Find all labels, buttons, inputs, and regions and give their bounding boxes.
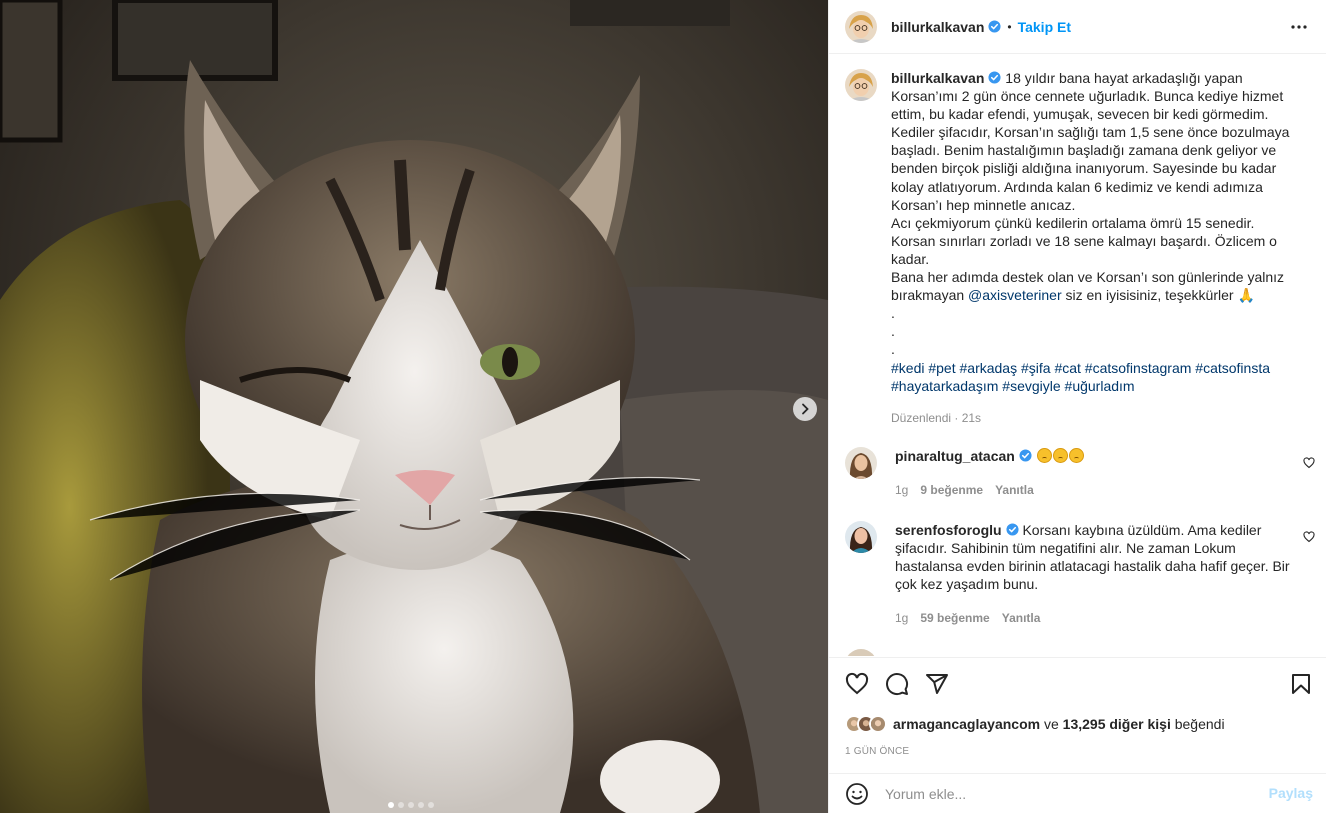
chevron-right-icon xyxy=(802,403,809,415)
comment-item: serenfosforoglu Korsanı kaybına üzüldüm.… xyxy=(845,521,1315,627)
carousel-dot xyxy=(398,802,404,808)
comment-item-partial xyxy=(845,649,1315,656)
mention-link[interactable]: @axisveteriner xyxy=(968,287,1062,303)
comment-input[interactable] xyxy=(885,785,1255,802)
share-paper-plane-icon[interactable] xyxy=(925,672,949,696)
add-comment-bar: Paylaş xyxy=(829,773,1326,813)
liker-username[interactable]: armagancaglayancom xyxy=(893,716,1040,732)
post-comment-button[interactable]: Paylaş xyxy=(1269,785,1313,801)
post-view: billurkalkavan • Takip Et billurkalkavan… xyxy=(0,0,1326,813)
verified-badge-icon xyxy=(1006,523,1019,536)
carousel-dot xyxy=(408,802,414,808)
heart-icon[interactable] xyxy=(1303,531,1315,543)
caption-text-after: siz en iyisisiniz, teşekkürler 🙏 xyxy=(1061,287,1255,304)
caption-edited-time: Düzenlendi · 21s xyxy=(891,410,982,425)
separator-dot: • xyxy=(1007,19,1012,34)
comment-time: 1g xyxy=(895,483,909,498)
comments-scroll-area[interactable]: billurkalkavan 18 yıldır bana hayat arka… xyxy=(829,55,1326,656)
carousel-dot xyxy=(428,802,434,808)
verified-badge-icon xyxy=(988,20,1001,33)
caption-dots: . . . xyxy=(891,305,895,358)
comment-like-count[interactable]: 59 beğenme xyxy=(920,609,989,627)
action-icons xyxy=(845,672,949,696)
follow-button[interactable]: Takip Et xyxy=(1018,19,1071,35)
comment-reply-button[interactable]: Yanıtla xyxy=(1002,609,1041,627)
commenter-avatar[interactable] xyxy=(845,521,877,553)
likes-summary: armagancaglayancom ve 13,295 diğer kişi … xyxy=(845,715,1225,733)
comment-meta: 1g 9 beğenme Yanıtla xyxy=(895,481,1295,499)
commenter-avatar[interactable] xyxy=(845,649,877,656)
likes-conjunction: ve xyxy=(1040,716,1063,732)
author-username[interactable]: billurkalkavan xyxy=(891,19,984,35)
commenter-avatar-image xyxy=(845,447,877,479)
comment-reply-button[interactable]: Yanıtla xyxy=(995,481,1034,499)
post-media xyxy=(0,0,828,813)
more-options-icon[interactable] xyxy=(1289,17,1309,37)
verified-badge-icon xyxy=(988,71,1001,84)
liker-avatar xyxy=(869,715,887,733)
emoji-smiley-icon[interactable] xyxy=(845,782,869,806)
cat-photo xyxy=(0,0,828,813)
bookmark-icon[interactable] xyxy=(1289,672,1313,696)
comment-bubble-icon[interactable] xyxy=(885,672,909,696)
post-actions: armagancaglayancom ve 13,295 diğer kişi … xyxy=(829,657,1326,757)
likes-suffix: beğendi xyxy=(1170,716,1225,732)
comment-time: 1g xyxy=(895,611,909,626)
verified-badge-icon xyxy=(1019,449,1032,462)
caption-author-avatar[interactable] xyxy=(845,69,877,101)
commenter-avatar-image xyxy=(845,521,877,553)
caption-text: 18 yıldır bana hayat arkadaşlığı yapan K… xyxy=(891,70,1290,304)
caption-avatar-image xyxy=(845,69,877,101)
carousel-next-button[interactable] xyxy=(793,397,817,421)
comment-item: pinaraltug_atacan 1g 9 beğenme Yanıtla xyxy=(845,447,1315,499)
carousel-indicator xyxy=(388,802,434,808)
carousel-dot xyxy=(388,802,394,808)
sad-face-emoji-icon xyxy=(1068,448,1084,463)
post-date[interactable]: 1 GÜN ÖNCE xyxy=(845,746,909,757)
post-details-panel: billurkalkavan • Takip Et billurkalkavan… xyxy=(828,0,1326,813)
comment-meta: 1g 59 beğenme Yanıtla xyxy=(895,609,1295,627)
sad-face-emoji-icon xyxy=(1036,448,1052,463)
likes-text: armagancaglayancom ve 13,295 diğer kişi … xyxy=(893,716,1225,732)
post-header: billurkalkavan • Takip Et xyxy=(829,0,1326,54)
author-avatar[interactable] xyxy=(845,10,877,43)
author-avatar-image xyxy=(845,10,877,43)
heart-icon[interactable] xyxy=(1303,457,1315,469)
commenter-avatar[interactable] xyxy=(845,447,877,479)
sad-face-emoji-icon xyxy=(1052,448,1068,463)
post-caption: billurkalkavan 18 yıldır bana hayat arka… xyxy=(845,69,1315,427)
comment-like-count[interactable]: 9 beğenme xyxy=(920,481,983,499)
commenter-username[interactable]: pinaraltug_atacan xyxy=(895,448,1015,464)
caption-hashtags[interactable]: #kedi #pet #arkadaş #şifa #cat #catsofin… xyxy=(891,360,1274,394)
commenter-username[interactable]: serenfosforoglu xyxy=(895,522,1002,538)
caption-username[interactable]: billurkalkavan xyxy=(891,70,984,86)
likes-others[interactable]: 13,295 diğer kişi xyxy=(1063,716,1171,732)
carousel-dot xyxy=(418,802,424,808)
like-heart-icon[interactable] xyxy=(845,672,869,696)
